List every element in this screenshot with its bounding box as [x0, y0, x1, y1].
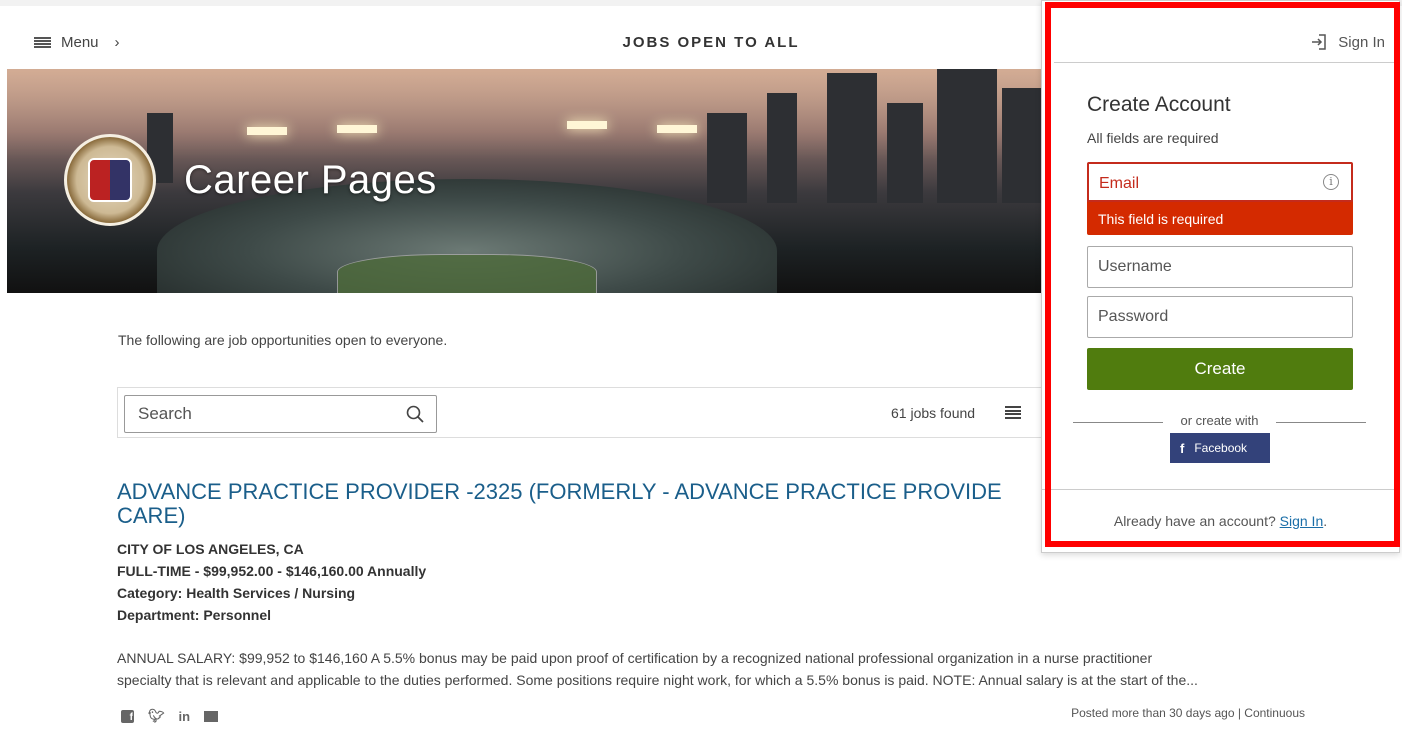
info-icon: i [1323, 174, 1339, 190]
job-title-link-continued[interactable]: CARE) [117, 504, 1047, 528]
linkedin-icon[interactable]: in [179, 709, 191, 724]
username-field-wrapper [1087, 246, 1353, 288]
username-field[interactable] [1088, 247, 1352, 287]
job-title-link[interactable]: ADVANCE PRACTICE PROVIDER -2325 (FORMERL… [117, 480, 1047, 504]
job-description: ANNUAL SALARY: $99,952 to $146,160 A 5.5… [117, 647, 1317, 691]
email-error-message: This field is required [1087, 202, 1353, 235]
city-seal-logo [64, 134, 156, 226]
password-field[interactable] [1088, 297, 1352, 337]
sign-in-link[interactable]: Sign In [1280, 513, 1324, 529]
create-account-title: Create Account [1087, 93, 1231, 116]
already-have-account: Already have an account? Sign In. [1113, 513, 1328, 529]
job-type-salary: FULL-TIME - $99,952.00 - $146,160.00 Ann… [117, 563, 427, 579]
search-input[interactable] [125, 396, 385, 432]
job-employer: CITY OF LOS ANGELES, CA [117, 541, 304, 557]
search-toolbar: 61 jobs found [117, 387, 1057, 438]
seal-shield [88, 158, 132, 202]
facebook-icon[interactable]: f [121, 709, 134, 723]
divider [1042, 489, 1399, 490]
facebook-signup-button[interactable]: f Facebook [1170, 433, 1270, 463]
search-box [124, 395, 437, 433]
banner-title: Career Pages [184, 158, 437, 202]
create-button[interactable]: Create [1087, 348, 1353, 390]
job-category: Category: Health Services / Nursing [117, 585, 356, 601]
job-description-line: specialty that is relevant and applicabl… [117, 672, 1198, 688]
sign-in-icon [1312, 34, 1327, 50]
share-links: f 🐦︎ in [121, 708, 219, 724]
or-create-with-divider: or create with [1073, 413, 1366, 428]
job-description-line: ANNUAL SALARY: $99,952 to $146,160 A 5.5… [117, 650, 1153, 666]
sign-in-label: Sign In [1338, 33, 1385, 51]
divider [1054, 62, 1399, 63]
create-account-subtitle: All fields are required [1087, 130, 1219, 146]
password-field-wrapper [1087, 296, 1353, 338]
intro-text: The following are job opportunities open… [118, 332, 448, 348]
posted-status: Posted more than 30 days ago | Continuou… [1071, 706, 1305, 720]
job-department: Department: Personnel [117, 607, 272, 623]
email-field-wrapper: i [1087, 162, 1353, 204]
email-field[interactable] [1089, 164, 1351, 204]
facebook-icon: f [1180, 440, 1185, 456]
search-icon[interactable] [406, 405, 424, 423]
list-view-icon[interactable] [1005, 406, 1021, 419]
hero-banner [7, 69, 1047, 293]
jobs-found-count: 61 jobs found [891, 405, 976, 421]
twitter-icon[interactable]: 🐦︎ [148, 708, 165, 724]
baseball-field [337, 254, 597, 293]
sign-in-button[interactable]: Sign In [1310, 33, 1385, 51]
email-icon[interactable] [204, 710, 219, 722]
already-text: Already have an account? [1113, 513, 1276, 529]
facebook-label: Facebook [1194, 441, 1248, 455]
